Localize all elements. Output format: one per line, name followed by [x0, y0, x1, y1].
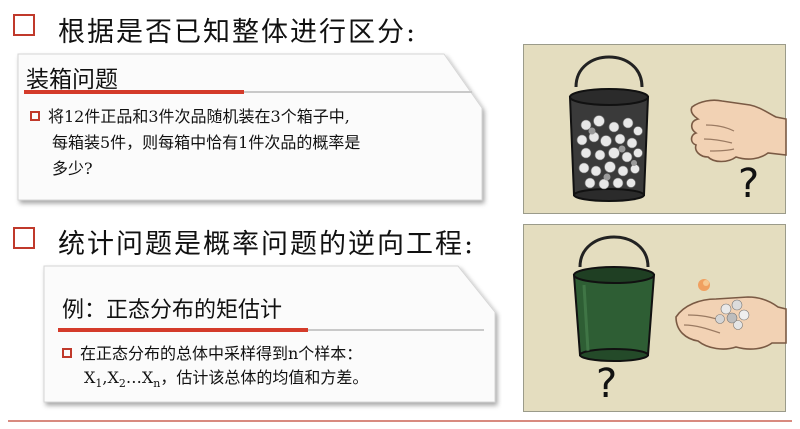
bottom-divider [8, 420, 792, 422]
card-1-red-rule [24, 90, 244, 94]
card-1-line-2: 每箱装5件，则每箱中恰有1件次品的概率是 [52, 133, 361, 152]
card-1-problem-text: 将12件正品和3件次品随机装在3个箱子中, 每箱装5件，则每箱中恰有1件次品的概… [30, 104, 475, 182]
problem-card-1: 装箱问题 将12件正品和3件次品随机装在3个箱子中, 每箱装5件，则每箱中恰有1… [14, 50, 489, 210]
card-1-line-3: 多少? [52, 159, 93, 178]
section2-heading: 统计问题是概率问题的逆向工程: [58, 229, 476, 260]
illustration-panel-1: ? [523, 44, 787, 214]
illustration-panel-2: ? [523, 224, 787, 412]
card-2-grey-rule [308, 329, 484, 331]
card-2-title: 例：正态分布的矩估计 [62, 298, 283, 323]
section1-bullet-icon [13, 14, 35, 36]
section1-heading: 根据是否已知整体进行区分: [58, 17, 418, 48]
card-1-line-1: 将12件正品和3件次品随机装在3个箱子中, [30, 104, 475, 130]
hand-with-balls-icon [675, 279, 787, 350]
card-1-grey-rule [244, 91, 472, 93]
section2-bullet-icon [13, 227, 35, 249]
card-2-line-2: X1,X2…Xn，估计该总体的均值和方差。 [84, 368, 369, 391]
card-2-problem-text: 在正态分布的总体中采样得到n个样本： X1,X2…Xn，估计该总体的均值和方差。 [62, 342, 492, 396]
card-1-title: 装箱问题 [26, 67, 118, 93]
question-mark-1: ? [738, 161, 760, 207]
question-mark-2: ? [596, 361, 618, 407]
problem-card-2: 例：正态分布的矩估计 在正态分布的总体中采样得到n个样本： X1,X2…Xn，估… [40, 262, 502, 412]
card-2-red-rule [58, 328, 308, 332]
card-2-line-1: 在正态分布的总体中采样得到n个样本： [62, 342, 492, 366]
small-bullet-icon [30, 111, 40, 121]
small-bullet-icon [62, 348, 72, 358]
